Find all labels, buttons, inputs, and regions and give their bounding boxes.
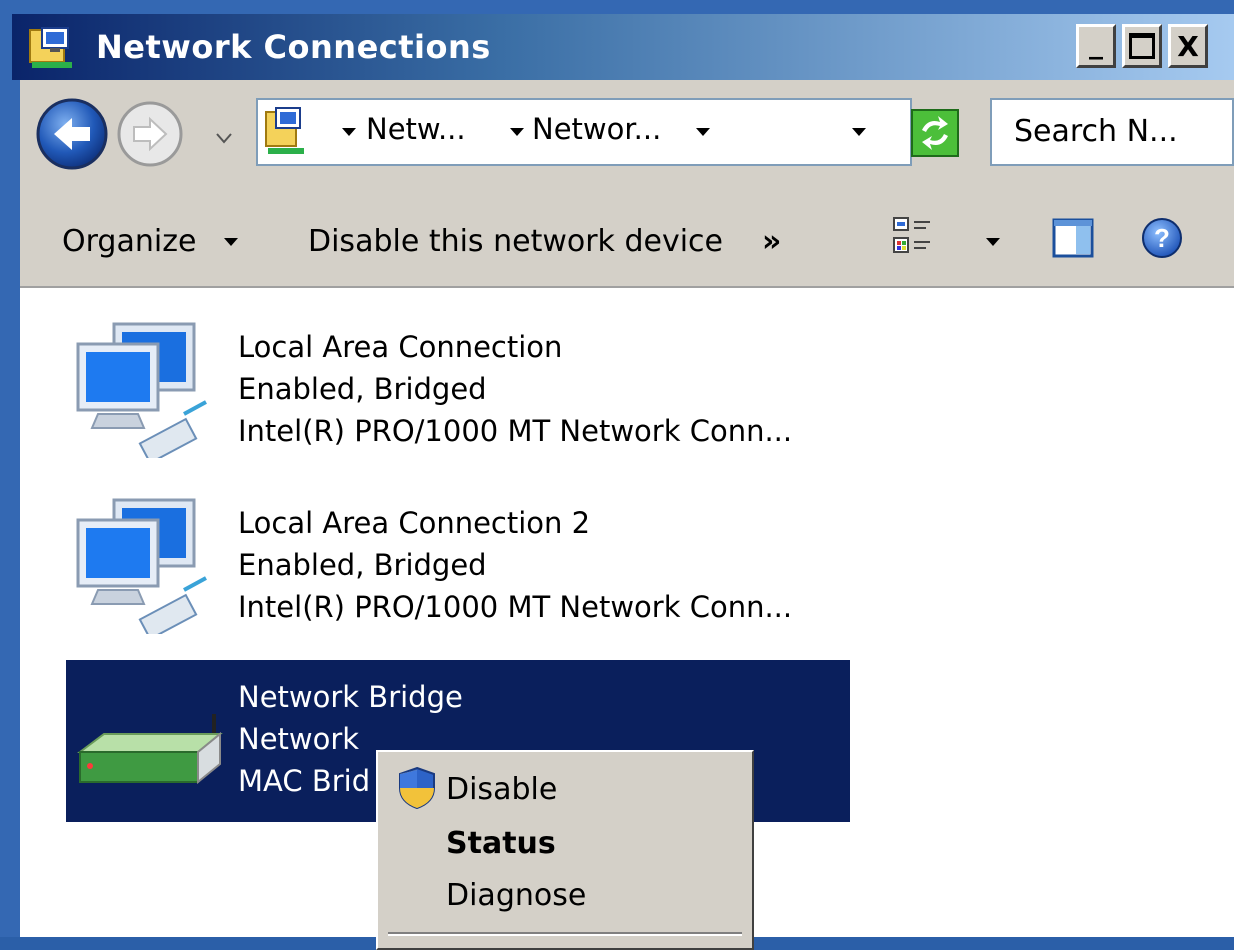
maximize-icon xyxy=(1129,33,1155,59)
menu-item-status[interactable]: Status xyxy=(446,826,556,861)
list-item[interactable]: Local Area Connection 2 Enabled, Bridged… xyxy=(66,482,850,652)
connection-status: Enabled, Bridged xyxy=(238,372,487,406)
breadcrumb-separator-icon[interactable] xyxy=(342,128,356,136)
network-folder-icon xyxy=(264,106,308,162)
help-button[interactable]: ? xyxy=(1140,216,1184,264)
navigation-bar: Netw... Networ... Search N... xyxy=(20,80,1234,186)
menu-item-diagnose[interactable]: Diagnose xyxy=(446,878,586,913)
more-commands-button[interactable]: » xyxy=(762,224,781,259)
menu-item-disable[interactable]: Disable xyxy=(446,772,557,807)
breadcrumb-network-connections[interactable]: Networ... xyxy=(532,112,661,146)
chevron-down-icon xyxy=(216,133,232,144)
organize-button[interactable]: Organize xyxy=(62,224,196,259)
back-button[interactable] xyxy=(34,96,110,176)
breadcrumb-dropdown-icon[interactable] xyxy=(696,128,710,136)
svg-text:?: ? xyxy=(1154,223,1170,253)
search-placeholder: Search N... xyxy=(1014,114,1178,149)
help-icon: ? xyxy=(1142,218,1182,258)
connection-device: Intel(R) PRO/1000 MT Network Conn... xyxy=(238,590,793,624)
network-computers-icon xyxy=(74,318,214,465)
refresh-button[interactable] xyxy=(910,108,960,162)
minimize-button[interactable]: _ xyxy=(1076,24,1116,68)
disable-device-button[interactable]: Disable this network device xyxy=(308,224,723,259)
views-icon xyxy=(893,217,930,253)
connection-name: Network Bridge xyxy=(238,680,463,714)
forward-button[interactable] xyxy=(114,98,186,174)
recent-pages-dropdown[interactable] xyxy=(216,130,232,149)
preview-pane-icon xyxy=(1052,218,1094,258)
window-title: Network Connections xyxy=(96,28,491,66)
connection-name: Local Area Connection xyxy=(238,330,563,364)
context-menu: Disable Status Diagnose xyxy=(376,750,754,950)
connection-name: Local Area Connection 2 xyxy=(238,506,591,540)
uac-shield-icon xyxy=(398,766,436,814)
menu-separator xyxy=(388,932,742,936)
address-history-dropdown-icon[interactable] xyxy=(852,128,866,136)
command-bar: Organize Disable this network device » ? xyxy=(20,186,1234,288)
views-dropdown-icon[interactable] xyxy=(986,238,1000,246)
connection-status: Network xyxy=(238,722,360,756)
network-connections-window: Network Connections _ X Netw... Networ..… xyxy=(0,0,1234,950)
search-input[interactable]: Search N... xyxy=(990,98,1234,166)
network-bridge-icon xyxy=(74,710,224,794)
forward-arrow-icon xyxy=(117,101,183,167)
connection-device: MAC Brid xyxy=(238,764,371,798)
maximize-button[interactable] xyxy=(1122,24,1162,68)
connection-status: Enabled, Bridged xyxy=(238,548,487,582)
organize-dropdown-icon[interactable] xyxy=(224,238,238,246)
network-connections-icon xyxy=(28,24,76,76)
close-icon: X xyxy=(1177,29,1199,63)
network-computers-icon xyxy=(74,494,214,641)
breadcrumb-separator-icon[interactable] xyxy=(510,128,524,136)
connection-device: Intel(R) PRO/1000 MT Network Conn... xyxy=(238,414,793,448)
address-bar[interactable]: Netw... Networ... xyxy=(256,98,912,166)
breadcrumb-network[interactable]: Netw... xyxy=(366,112,466,146)
views-button[interactable] xyxy=(892,216,934,262)
list-item[interactable]: Local Area Connection Enabled, Bridged I… xyxy=(66,306,850,476)
preview-pane-button[interactable] xyxy=(1052,218,1094,262)
close-button[interactable]: X xyxy=(1168,24,1208,68)
minimize-icon: _ xyxy=(1089,26,1103,60)
refresh-icon xyxy=(911,109,959,157)
title-bar[interactable]: Network Connections _ X xyxy=(12,14,1234,80)
back-arrow-icon xyxy=(36,98,108,170)
